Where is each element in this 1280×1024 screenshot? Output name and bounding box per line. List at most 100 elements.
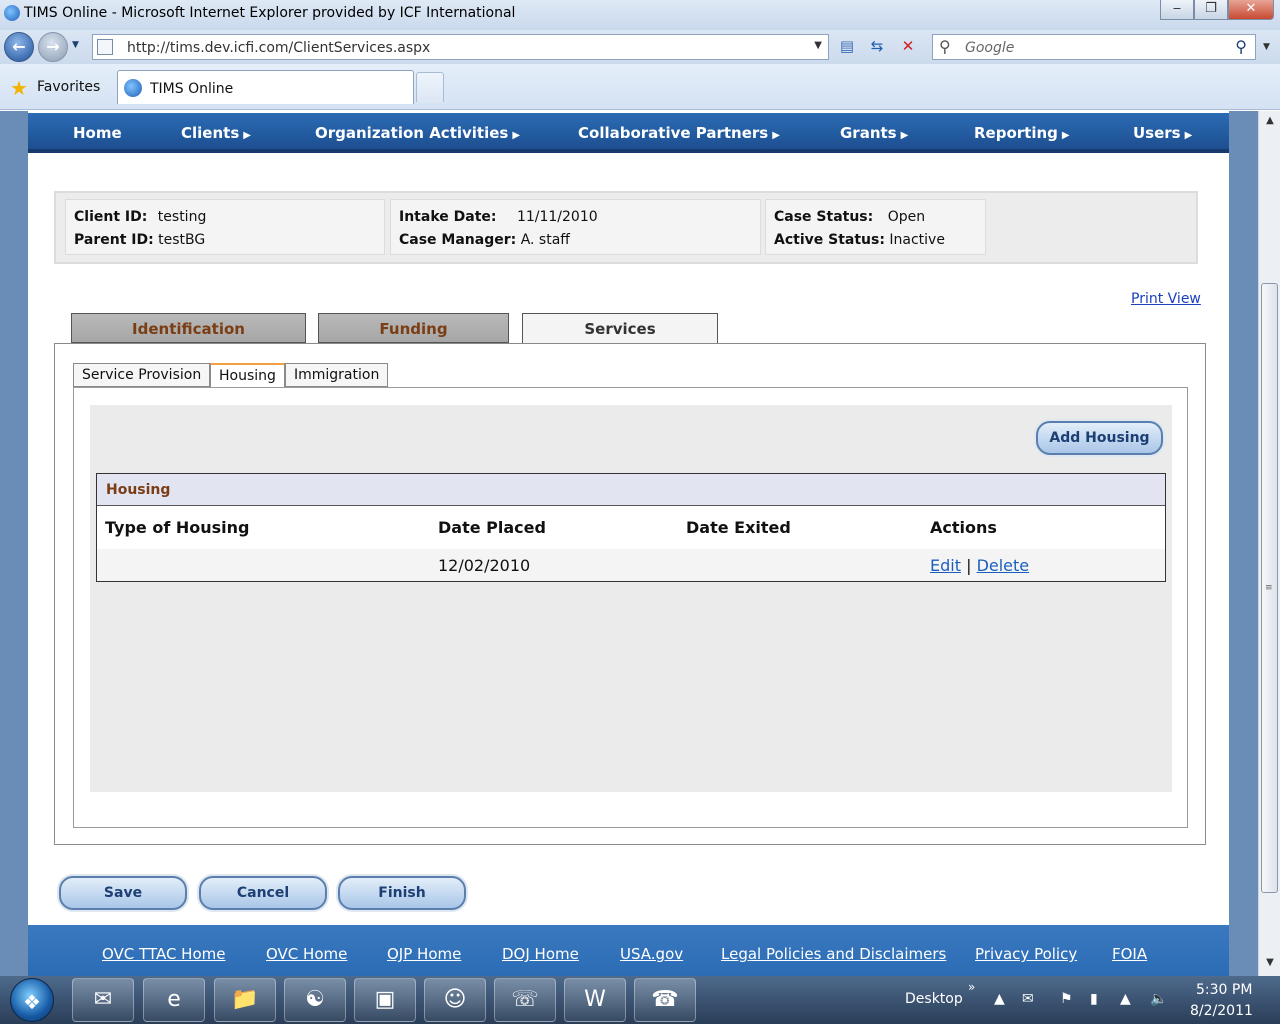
- fax-icon[interactable]: ☎: [634, 978, 696, 1022]
- tab-services[interactable]: Services: [522, 313, 718, 344]
- browser-tab[interactable]: TIMS Online: [117, 70, 414, 104]
- page-icon: [97, 39, 113, 55]
- footer-link-usa-gov[interactable]: USA.gov: [620, 945, 683, 963]
- nav-home[interactable]: Home: [73, 124, 122, 142]
- refresh-icon[interactable]: ⇆: [864, 35, 890, 59]
- desktop-toolbar-label[interactable]: Desktop: [905, 991, 963, 1007]
- case-status-value: Open: [887, 209, 926, 225]
- housing-table-caption: Housing: [97, 474, 1165, 506]
- search-icon[interactable]: ⚲: [1235, 37, 1247, 56]
- finish-button[interactable]: Finish: [338, 876, 466, 910]
- submenu-arrow-icon: ▶: [243, 130, 251, 141]
- maximize-button[interactable]: ❐: [1194, 0, 1228, 20]
- save-button[interactable]: Save: [59, 876, 187, 910]
- subtab-housing[interactable]: Housing: [210, 363, 285, 388]
- vertical-scrollbar[interactable]: ▲ ≡ ▼: [1258, 111, 1280, 976]
- add-housing-button[interactable]: Add Housing: [1036, 421, 1163, 455]
- nav-users-label: Users: [1133, 124, 1181, 142]
- client-id-label: Client ID:: [74, 209, 148, 225]
- active-status-label: Active Status:: [774, 232, 885, 248]
- intake-cell: Intake Date: 11/11/2010 Case Manager: A.…: [390, 199, 761, 255]
- minimize-button[interactable]: ‒: [1160, 0, 1194, 20]
- footer-link-ojp-home[interactable]: OJP Home: [387, 945, 461, 963]
- print-view-link[interactable]: Print View: [1131, 291, 1201, 307]
- footer-link-foia[interactable]: FOIA: [1112, 945, 1147, 963]
- nav-grants[interactable]: Grants ▶: [840, 124, 908, 142]
- clock-time[interactable]: 5:30 PM: [1196, 982, 1252, 998]
- remote-desktop-icon[interactable]: ▣: [354, 978, 416, 1022]
- edit-link[interactable]: Edit: [930, 556, 961, 575]
- power-icon[interactable]: ▮: [1090, 991, 1098, 1007]
- favorites-star-icon[interactable]: ★: [10, 76, 28, 100]
- back-button[interactable]: ←: [4, 32, 34, 62]
- client-summary: Client ID: testing Parent ID: testBG Int…: [54, 191, 1198, 264]
- compatibility-view-icon[interactable]: ▤: [834, 35, 860, 59]
- action-separator: |: [966, 556, 972, 575]
- subtab-immigration[interactable]: Immigration: [285, 363, 389, 387]
- internet-explorer-icon[interactable]: e: [143, 978, 205, 1022]
- url-text[interactable]: http://tims.dev.icfi.com/ClientServices.…: [127, 40, 430, 56]
- intake-date-value: 11/11/2010: [516, 209, 598, 225]
- footer-link-ovc-ttac-home[interactable]: OVC TTAC Home: [102, 945, 225, 963]
- client-id-value: testing: [157, 209, 207, 225]
- footer-link-doj-home[interactable]: DOJ Home: [502, 945, 579, 963]
- address-toolbar: ← → ▼ http://tims.dev.icfi.com/ClientSer…: [0, 30, 1280, 64]
- start-button[interactable]: ❖: [10, 978, 54, 1022]
- network-signal-icon[interactable]: ▲: [1120, 991, 1131, 1007]
- window-title: TIMS Online - Microsoft Internet Explore…: [24, 5, 516, 21]
- user-lock-icon[interactable]: ☺: [424, 978, 486, 1022]
- cancel-button[interactable]: Cancel: [199, 876, 327, 910]
- scroll-up-icon[interactable]: ▲: [1263, 115, 1277, 126]
- tab-funding[interactable]: Funding: [318, 313, 509, 343]
- nav-organization-activities[interactable]: Organization Activities ▶: [315, 124, 520, 142]
- footer-link-ovc-home[interactable]: OVC Home: [266, 945, 347, 963]
- internet-explorer-icon: [4, 5, 20, 21]
- status-cell: Case Status: Open Active Status: Inactiv…: [765, 199, 986, 255]
- nav-users[interactable]: Users ▶: [1133, 124, 1192, 142]
- volume-muted-icon[interactable]: 🔈: [1150, 991, 1167, 1007]
- communicator-icon[interactable]: ☯: [284, 978, 346, 1022]
- submenu-arrow-icon: ▶: [512, 130, 521, 141]
- action-center-flag-icon[interactable]: ⚑: [1060, 991, 1073, 1007]
- case-manager-value: A. staff: [520, 232, 570, 248]
- stop-icon[interactable]: ✕: [895, 35, 921, 59]
- recent-pages-dropdown-icon[interactable]: ▼: [72, 40, 79, 50]
- windows-taskbar: ❖ ✉ e 📁 ☯ ▣ ☺ ☏ W ☎ Desktop » ▲ ✉ ⚑ ▮ ▲ …: [0, 976, 1280, 1024]
- case-status-label: Case Status:: [774, 209, 874, 225]
- favorites-bar: ★ Favorites TIMS Online: [0, 64, 1280, 110]
- show-hidden-icons-icon[interactable]: ▲: [994, 991, 1005, 1007]
- cell-actions: Edit | Delete: [930, 556, 1029, 575]
- mail-notification-icon[interactable]: ✉: [1022, 991, 1034, 1007]
- word-icon[interactable]: W: [564, 978, 626, 1022]
- scroll-down-icon[interactable]: ▼: [1263, 957, 1277, 968]
- subtab-service-provision[interactable]: Service Provision: [73, 363, 211, 387]
- favorites-button[interactable]: Favorites: [37, 79, 100, 95]
- nav-organization-activities-label: Organization Activities: [315, 124, 509, 142]
- clock-date[interactable]: 8/2/2011: [1190, 1003, 1253, 1019]
- nav-reporting[interactable]: Reporting ▶: [974, 124, 1070, 142]
- tab-identification[interactable]: Identification: [71, 313, 306, 343]
- delete-link[interactable]: Delete: [977, 556, 1030, 575]
- search-options-dropdown-icon[interactable]: ▼: [1263, 42, 1270, 52]
- footer-link-legal-policies[interactable]: Legal Policies and Disclaimers: [721, 945, 946, 963]
- outlook-icon[interactable]: ✉: [72, 978, 134, 1022]
- parent-id-value: testBG: [158, 232, 206, 248]
- nav-clients[interactable]: Clients ▶: [181, 124, 251, 142]
- address-field[interactable]: http://tims.dev.icfi.com/ClientServices.…: [92, 34, 829, 60]
- window-controls: ‒ ❐ ✕: [1160, 0, 1274, 20]
- client-id-cell: Client ID: testing Parent ID: testBG: [65, 199, 385, 255]
- nav-collaborative-partners[interactable]: Collaborative Partners ▶: [578, 124, 780, 142]
- column-date-exited: Date Exited: [686, 518, 791, 537]
- folder-icon[interactable]: 📁: [214, 978, 276, 1022]
- phone-icon[interactable]: ☏: [494, 978, 556, 1022]
- search-input[interactable]: ⚲ Google ⚲: [932, 34, 1256, 60]
- forward-button[interactable]: →: [38, 32, 68, 62]
- close-window-button[interactable]: ✕: [1228, 0, 1274, 20]
- address-dropdown-icon[interactable]: ▼: [814, 40, 822, 51]
- site-navigation: Home Clients ▶ Organization Activities ▶ C…: [28, 113, 1229, 153]
- search-placeholder: Google: [965, 40, 1015, 56]
- footer-link-privacy-policy[interactable]: Privacy Policy: [975, 945, 1077, 963]
- new-tab-button[interactable]: [416, 72, 444, 102]
- toolbar-expand-icon[interactable]: »: [968, 980, 975, 994]
- column-type-of-housing: Type of Housing: [105, 518, 250, 537]
